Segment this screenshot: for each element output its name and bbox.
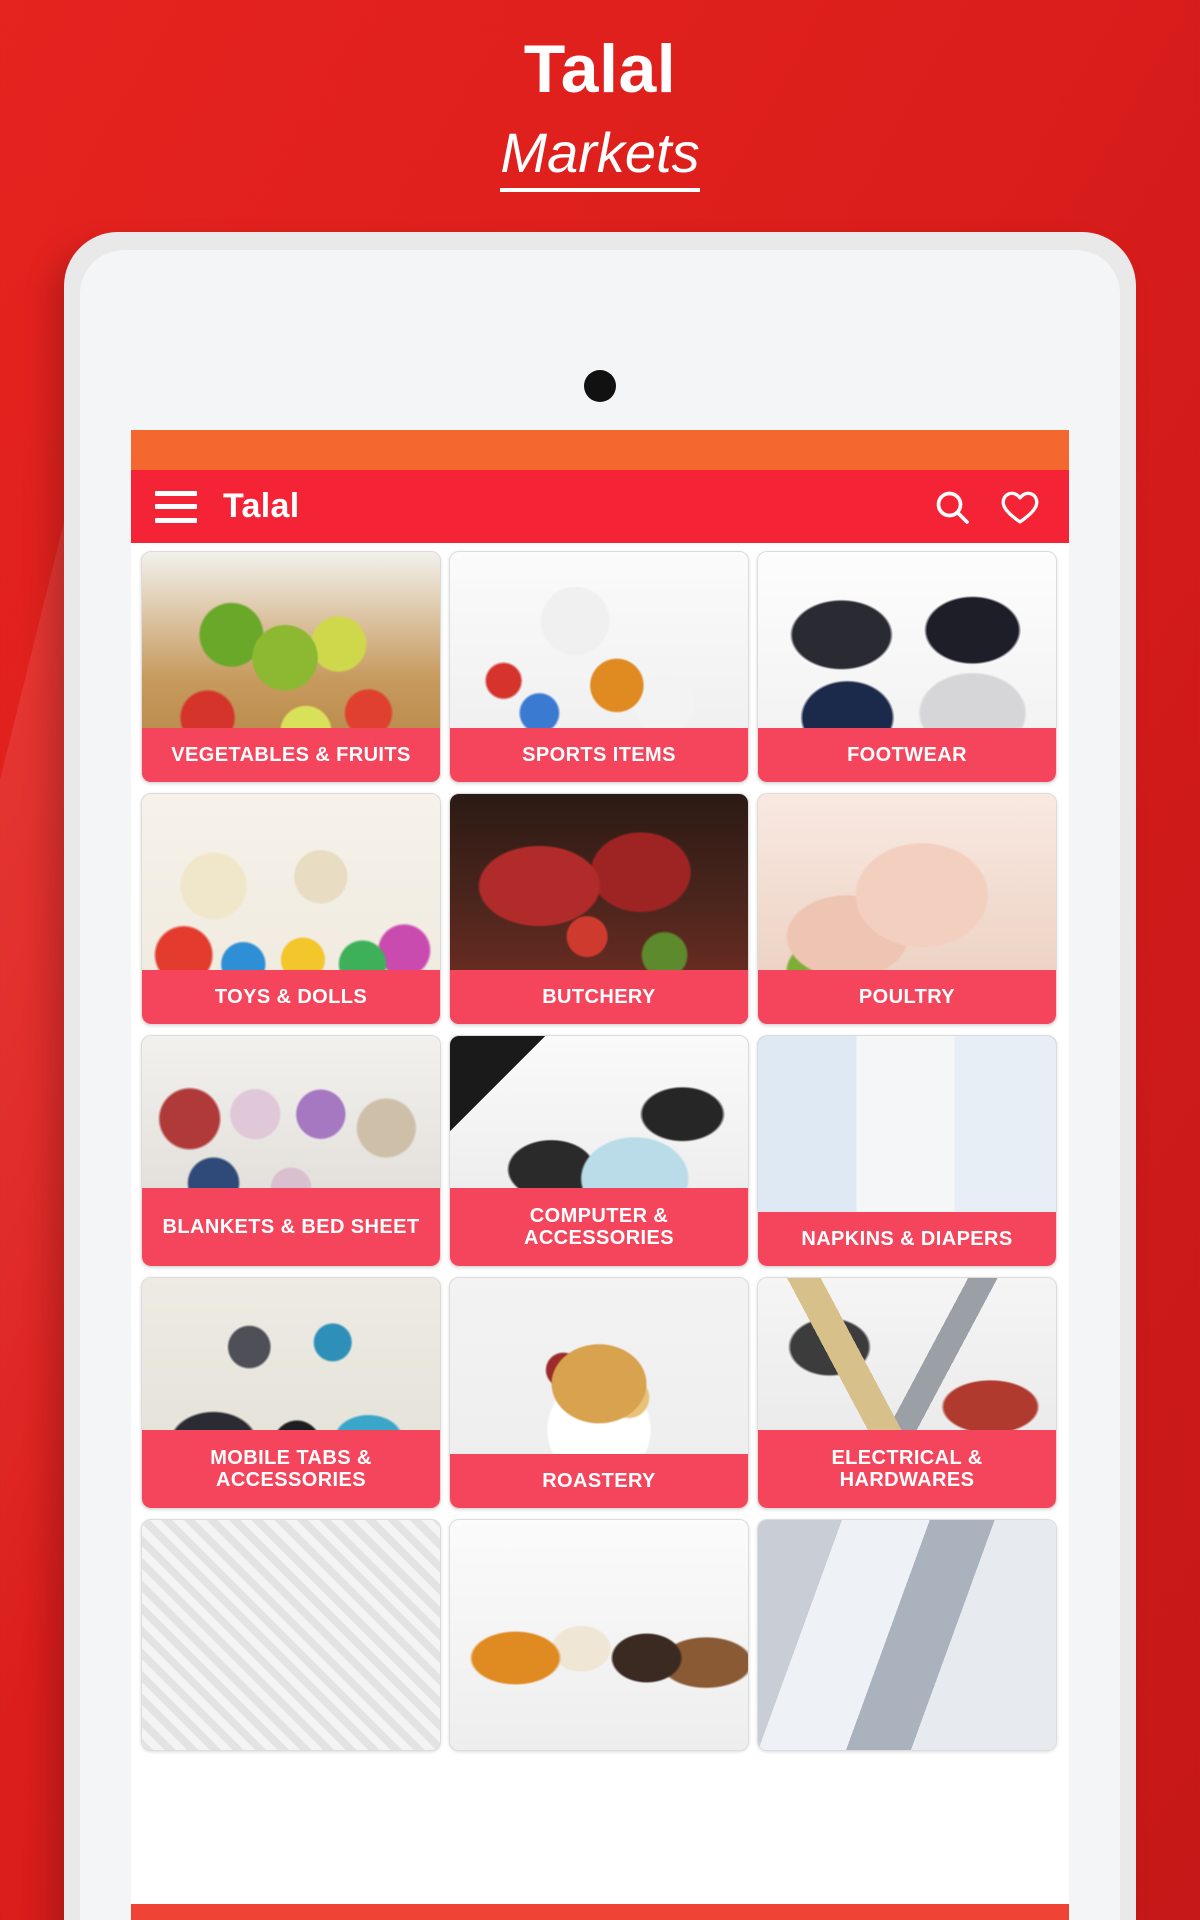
category-tile[interactable]: BLANKETS & BED SHEET bbox=[141, 1035, 441, 1267]
app-bar-title: Talal bbox=[223, 487, 300, 525]
category-tile[interactable]: MOBILE TABS & ACCESSORIES bbox=[141, 1277, 441, 1509]
app-viewport: Talal VEGETABLES & FRUITS SPORTS ITEMS F… bbox=[131, 430, 1069, 1920]
category-label: MOBILE TABS & ACCESSORIES bbox=[142, 1430, 440, 1508]
category-tile[interactable]: COMPUTER & ACCESSORIES bbox=[449, 1035, 749, 1267]
category-tile[interactable]: NAPKINS & DIAPERS bbox=[757, 1035, 1057, 1267]
category-tile[interactable]: FOOTWEAR bbox=[757, 551, 1057, 783]
category-tile[interactable]: SPORTS ITEMS bbox=[449, 551, 749, 783]
category-grid: VEGETABLES & FRUITS SPORTS ITEMS FOOTWEA… bbox=[131, 543, 1069, 1751]
category-tile[interactable]: BUTCHERY bbox=[449, 793, 749, 1025]
category-tile[interactable]: ELECTRICAL & HARDWARES bbox=[757, 1277, 1057, 1509]
stationery-items-image bbox=[142, 1520, 440, 1750]
category-label: POULTRY bbox=[758, 970, 1056, 1024]
hamburger-menu-icon[interactable] bbox=[155, 490, 197, 523]
category-label: FOOTWEAR bbox=[758, 728, 1056, 782]
store-subtitle: Markets bbox=[500, 122, 700, 192]
category-label: BLANKETS & BED SHEET bbox=[142, 1188, 440, 1266]
category-tile[interactable] bbox=[141, 1519, 441, 1751]
category-tile[interactable]: TOYS & DOLLS bbox=[141, 793, 441, 1025]
category-label: SPORTS ITEMS bbox=[450, 728, 748, 782]
basket-bar: 0 item(s) View Basket AED 50.15 bbox=[131, 1904, 1069, 1920]
category-tile[interactable]: ROASTERY bbox=[449, 1277, 749, 1509]
category-tile[interactable] bbox=[449, 1519, 749, 1751]
category-label: VEGETABLES & FRUITS bbox=[142, 728, 440, 782]
category-label: ELECTRICAL & HARDWARES bbox=[758, 1430, 1056, 1508]
category-tile[interactable] bbox=[757, 1519, 1057, 1751]
store-header: Talal Markets bbox=[0, 0, 1200, 192]
device-screen: Talal VEGETABLES & FRUITS SPORTS ITEMS F… bbox=[80, 250, 1120, 1920]
device-camera-icon bbox=[584, 370, 616, 402]
heart-icon[interactable] bbox=[997, 484, 1043, 530]
status-bar bbox=[131, 430, 1069, 470]
app-bar: Talal bbox=[131, 470, 1069, 543]
search-icon[interactable] bbox=[929, 484, 975, 530]
garments-on-hangers-image bbox=[758, 1520, 1056, 1750]
category-label: TOYS & DOLLS bbox=[142, 970, 440, 1024]
category-label: BUTCHERY bbox=[450, 970, 748, 1024]
category-label: NAPKINS & DIAPERS bbox=[758, 1212, 1056, 1266]
category-tile[interactable]: VEGETABLES & FRUITS bbox=[141, 551, 441, 783]
store-subtitle-wrap: Markets bbox=[0, 122, 1200, 192]
store-title: Talal bbox=[523, 31, 677, 107]
category-tile[interactable]: POULTRY bbox=[757, 793, 1057, 1025]
device-frame: Talal VEGETABLES & FRUITS SPORTS ITEMS F… bbox=[64, 232, 1136, 1920]
oils-and-bottles-image bbox=[450, 1520, 748, 1750]
category-label: COMPUTER & ACCESSORIES bbox=[450, 1188, 748, 1266]
category-label: ROASTERY bbox=[450, 1454, 748, 1508]
